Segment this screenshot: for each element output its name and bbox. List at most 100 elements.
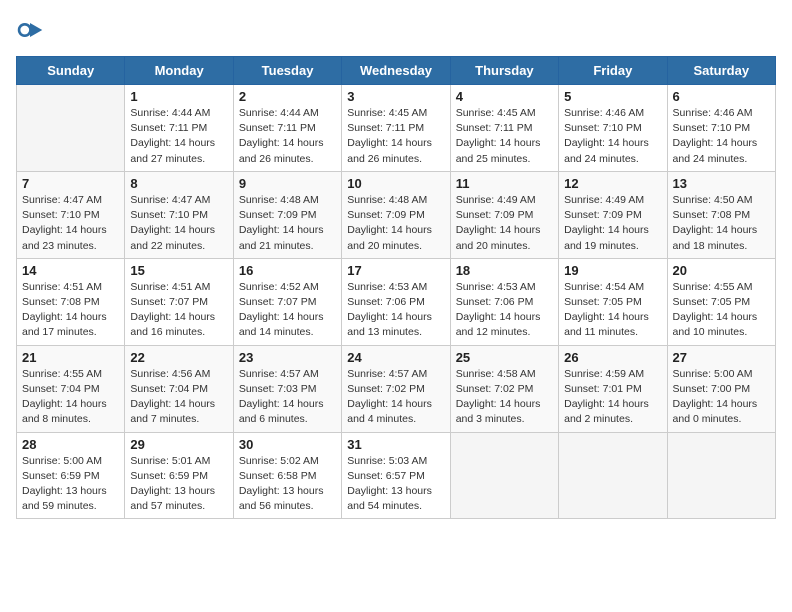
day-number: 12 <box>564 176 661 191</box>
day-info: Sunrise: 4:48 AM Sunset: 7:09 PM Dayligh… <box>347 193 444 254</box>
day-info: Sunrise: 4:47 AM Sunset: 7:10 PM Dayligh… <box>22 193 119 254</box>
day-number: 29 <box>130 437 227 452</box>
day-number: 22 <box>130 350 227 365</box>
day-number: 17 <box>347 263 444 278</box>
page-header <box>16 16 776 44</box>
calendar-week-row: 28 Sunrise: 5:00 AM Sunset: 6:59 PM Dayli… <box>17 432 776 519</box>
day-info: Sunrise: 4:45 AM Sunset: 7:11 PM Dayligh… <box>456 106 553 167</box>
calendar-cell <box>17 85 125 172</box>
day-info: Sunrise: 4:50 AM Sunset: 7:08 PM Dayligh… <box>673 193 770 254</box>
day-number: 15 <box>130 263 227 278</box>
day-number: 13 <box>673 176 770 191</box>
calendar-cell: 19 Sunrise: 4:54 AM Sunset: 7:05 PM Dayli… <box>559 258 667 345</box>
calendar-cell: 7 Sunrise: 4:47 AM Sunset: 7:10 PM Daylig… <box>17 171 125 258</box>
day-info: Sunrise: 4:49 AM Sunset: 7:09 PM Dayligh… <box>456 193 553 254</box>
weekday-header: Tuesday <box>233 57 341 85</box>
calendar-cell: 30Sunrise: 5:02 AM Sunset: 6:58 PM Dayli… <box>233 432 341 519</box>
day-number: 21 <box>22 350 119 365</box>
calendar-cell: 14 Sunrise: 4:51 AM Sunset: 7:08 PM Dayli… <box>17 258 125 345</box>
calendar-cell: 16 Sunrise: 4:52 AM Sunset: 7:07 PM Dayli… <box>233 258 341 345</box>
calendar-cell: 17Sunrise: 4:53 AM Sunset: 7:06 PM Dayli… <box>342 258 450 345</box>
calendar-cell: 31 Sunrise: 5:03 AM Sunset: 6:57 PM Dayli… <box>342 432 450 519</box>
day-info: Sunrise: 4:52 AM Sunset: 7:07 PM Dayligh… <box>239 280 336 341</box>
day-number: 10 <box>347 176 444 191</box>
calendar-cell: 18Sunrise: 4:53 AM Sunset: 7:06 PM Dayli… <box>450 258 558 345</box>
calendar-cell: 21Sunrise: 4:55 AM Sunset: 7:04 PM Dayli… <box>17 345 125 432</box>
day-number: 25 <box>456 350 553 365</box>
day-number: 1 <box>130 89 227 104</box>
day-number: 2 <box>239 89 336 104</box>
day-info: Sunrise: 4:54 AM Sunset: 7:05 PM Dayligh… <box>564 280 661 341</box>
calendar-cell: 10 Sunrise: 4:48 AM Sunset: 7:09 PM Dayli… <box>342 171 450 258</box>
day-info: Sunrise: 4:58 AM Sunset: 7:02 PM Dayligh… <box>456 367 553 428</box>
day-info: Sunrise: 4:55 AM Sunset: 7:05 PM Dayligh… <box>673 280 770 341</box>
calendar-cell: 23 Sunrise: 4:57 AM Sunset: 7:03 PM Dayli… <box>233 345 341 432</box>
weekday-header: Wednesday <box>342 57 450 85</box>
calendar-cell <box>450 432 558 519</box>
calendar-cell: 28 Sunrise: 5:00 AM Sunset: 6:59 PM Dayli… <box>17 432 125 519</box>
day-number: 3 <box>347 89 444 104</box>
day-number: 16 <box>239 263 336 278</box>
day-info: Sunrise: 5:00 AM Sunset: 6:59 PM Dayligh… <box>22 454 119 515</box>
calendar-cell: 1 Sunrise: 4:44 AM Sunset: 7:11 PM Daylig… <box>125 85 233 172</box>
calendar-cell: 22 Sunrise: 4:56 AM Sunset: 7:04 PM Dayli… <box>125 345 233 432</box>
day-number: 19 <box>564 263 661 278</box>
day-number: 7 <box>22 176 119 191</box>
day-info: Sunrise: 4:57 AM Sunset: 7:02 PM Dayligh… <box>347 367 444 428</box>
calendar-cell: 29Sunrise: 5:01 AM Sunset: 6:59 PM Dayli… <box>125 432 233 519</box>
calendar-cell: 26 Sunrise: 4:59 AM Sunset: 7:01 PM Dayli… <box>559 345 667 432</box>
calendar-cell: 25 Sunrise: 4:58 AM Sunset: 7:02 PM Dayli… <box>450 345 558 432</box>
day-number: 9 <box>239 176 336 191</box>
calendar-cell: 20 Sunrise: 4:55 AM Sunset: 7:05 PM Dayli… <box>667 258 775 345</box>
calendar-cell <box>667 432 775 519</box>
calendar-cell: 5 Sunrise: 4:46 AM Sunset: 7:10 PM Daylig… <box>559 85 667 172</box>
calendar-cell: 8Sunrise: 4:47 AM Sunset: 7:10 PM Daylig… <box>125 171 233 258</box>
day-info: Sunrise: 4:51 AM Sunset: 7:07 PM Dayligh… <box>130 280 227 341</box>
day-number: 5 <box>564 89 661 104</box>
weekday-header: Friday <box>559 57 667 85</box>
calendar-cell: 9 Sunrise: 4:48 AM Sunset: 7:09 PM Daylig… <box>233 171 341 258</box>
day-number: 23 <box>239 350 336 365</box>
calendar-cell: 4 Sunrise: 4:45 AM Sunset: 7:11 PM Daylig… <box>450 85 558 172</box>
calendar-week-row: 1 Sunrise: 4:44 AM Sunset: 7:11 PM Daylig… <box>17 85 776 172</box>
day-info: Sunrise: 4:57 AM Sunset: 7:03 PM Dayligh… <box>239 367 336 428</box>
weekday-header: Thursday <box>450 57 558 85</box>
calendar-cell: 2 Sunrise: 4:44 AM Sunset: 7:11 PM Daylig… <box>233 85 341 172</box>
day-info: Sunrise: 4:46 AM Sunset: 7:10 PM Dayligh… <box>564 106 661 167</box>
day-info: Sunrise: 4:48 AM Sunset: 7:09 PM Dayligh… <box>239 193 336 254</box>
day-info: Sunrise: 4:47 AM Sunset: 7:10 PM Dayligh… <box>130 193 227 254</box>
calendar-cell: 27Sunrise: 5:00 AM Sunset: 7:00 PM Dayli… <box>667 345 775 432</box>
day-number: 6 <box>673 89 770 104</box>
calendar-cell: 6 Sunrise: 4:46 AM Sunset: 7:10 PM Daylig… <box>667 85 775 172</box>
calendar-cell: 13 Sunrise: 4:50 AM Sunset: 7:08 PM Dayli… <box>667 171 775 258</box>
day-number: 20 <box>673 263 770 278</box>
day-number: 4 <box>456 89 553 104</box>
calendar-cell: 11Sunrise: 4:49 AM Sunset: 7:09 PM Dayli… <box>450 171 558 258</box>
day-number: 18 <box>456 263 553 278</box>
logo-icon <box>16 16 44 44</box>
day-info: Sunrise: 4:45 AM Sunset: 7:11 PM Dayligh… <box>347 106 444 167</box>
day-info: Sunrise: 5:03 AM Sunset: 6:57 PM Dayligh… <box>347 454 444 515</box>
calendar-cell: 3 Sunrise: 4:45 AM Sunset: 7:11 PM Daylig… <box>342 85 450 172</box>
day-info: Sunrise: 4:49 AM Sunset: 7:09 PM Dayligh… <box>564 193 661 254</box>
day-number: 26 <box>564 350 661 365</box>
day-info: Sunrise: 4:46 AM Sunset: 7:10 PM Dayligh… <box>673 106 770 167</box>
day-number: 31 <box>347 437 444 452</box>
calendar-table: SundayMondayTuesdayWednesdayThursdayFrid… <box>16 56 776 519</box>
day-info: Sunrise: 4:56 AM Sunset: 7:04 PM Dayligh… <box>130 367 227 428</box>
day-number: 24 <box>347 350 444 365</box>
day-info: Sunrise: 4:51 AM Sunset: 7:08 PM Dayligh… <box>22 280 119 341</box>
day-info: Sunrise: 5:02 AM Sunset: 6:58 PM Dayligh… <box>239 454 336 515</box>
weekday-header: Saturday <box>667 57 775 85</box>
weekday-header: Monday <box>125 57 233 85</box>
calendar-cell: 24 Sunrise: 4:57 AM Sunset: 7:02 PM Dayli… <box>342 345 450 432</box>
logo <box>16 16 48 44</box>
day-info: Sunrise: 4:59 AM Sunset: 7:01 PM Dayligh… <box>564 367 661 428</box>
day-info: Sunrise: 4:44 AM Sunset: 7:11 PM Dayligh… <box>130 106 227 167</box>
day-number: 28 <box>22 437 119 452</box>
calendar-week-row: 21Sunrise: 4:55 AM Sunset: 7:04 PM Dayli… <box>17 345 776 432</box>
day-number: 14 <box>22 263 119 278</box>
day-info: Sunrise: 4:44 AM Sunset: 7:11 PM Dayligh… <box>239 106 336 167</box>
calendar-cell: 12 Sunrise: 4:49 AM Sunset: 7:09 PM Dayli… <box>559 171 667 258</box>
day-info: Sunrise: 5:00 AM Sunset: 7:00 PM Dayligh… <box>673 367 770 428</box>
